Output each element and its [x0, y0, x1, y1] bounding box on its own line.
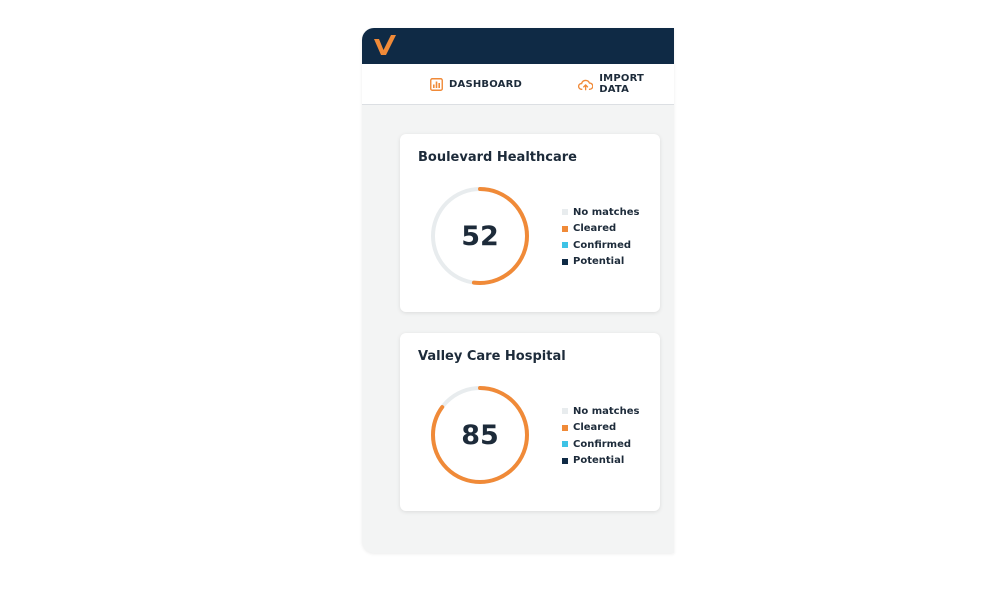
legend-label: Cleared — [573, 223, 617, 235]
checkmark-logo-icon — [374, 35, 396, 55]
legend-label: Confirmed — [573, 438, 632, 450]
legend: No matches Cleared Confirmed Potential — [562, 204, 639, 270]
top-bar — [362, 28, 674, 64]
nav-item-import-data[interactable]: IMPORT DATA — [578, 64, 674, 104]
legend-item-cleared: Cleared — [562, 221, 639, 238]
legend-swatch — [562, 457, 568, 464]
legend-item-potential: Potential — [562, 254, 639, 271]
legend-item-no-matches: No matches — [562, 204, 639, 221]
legend-swatch — [562, 242, 568, 249]
legend-swatch — [562, 258, 568, 265]
legend-label: Potential — [573, 256, 625, 268]
legend-item-confirmed: Confirmed — [562, 237, 639, 254]
nav-item-import-data-label: IMPORT DATA — [599, 73, 645, 95]
donut-value: 85 — [461, 419, 499, 451]
legend-swatch — [562, 424, 568, 431]
legend-label: Potential — [573, 455, 625, 467]
donut-value: 52 — [461, 220, 499, 252]
cloud-upload-icon — [578, 79, 594, 90]
legend-swatch — [562, 408, 568, 415]
legend-item-confirmed: Confirmed — [562, 436, 639, 453]
legend-label: Confirmed — [573, 239, 632, 251]
nav-bar: DASHBOARD IMPORT DATA — [362, 64, 674, 105]
legend-swatch — [562, 209, 568, 216]
legend-swatch — [562, 225, 568, 232]
nav-item-dashboard-label: DASHBOARD — [449, 78, 523, 90]
legend: No matches Cleared Confirmed Potential — [562, 403, 639, 469]
facility-card[interactable]: Valley Care Hospital 85 No matches Clear… — [400, 333, 660, 511]
app-window: DASHBOARD IMPORT DATA Boulevard Healthca… — [362, 28, 674, 553]
facility-card[interactable]: Boulevard Healthcare 52 No matches Clear… — [400, 134, 660, 312]
legend-item-cleared: Cleared — [562, 420, 639, 437]
dashboard-icon — [430, 77, 443, 91]
legend-label: No matches — [573, 206, 640, 218]
card-title: Boulevard Healthcare — [418, 150, 577, 165]
legend-item-no-matches: No matches — [562, 403, 639, 420]
card-title: Valley Care Hospital — [418, 349, 566, 364]
legend-swatch — [562, 441, 568, 448]
legend-label: Cleared — [573, 422, 617, 434]
legend-label: No matches — [573, 405, 640, 417]
nav-item-dashboard[interactable]: DASHBOARD — [430, 64, 522, 104]
legend-item-potential: Potential — [562, 453, 639, 470]
